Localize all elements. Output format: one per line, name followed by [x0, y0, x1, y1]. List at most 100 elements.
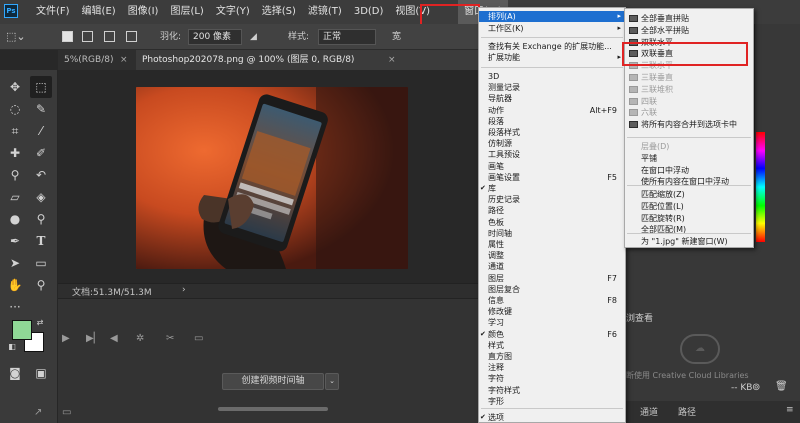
- menu-filter[interactable]: 滤镜(T): [302, 0, 348, 24]
- cloud-sync-icon[interactable]: ⊚: [752, 382, 766, 394]
- menu-item-panel[interactable]: 属性: [479, 239, 625, 250]
- menu-item-panel[interactable]: 色板: [479, 217, 625, 228]
- menu-item-extensions[interactable]: 扩展功能 ▸: [479, 52, 625, 63]
- feather-input[interactable]: 200 像素: [188, 29, 242, 45]
- marquee-tool-icon[interactable]: ⬚: [30, 76, 52, 98]
- tab-close-icon[interactable]: ×: [120, 50, 128, 70]
- quick-select-tool-icon[interactable]: ✎: [30, 98, 52, 120]
- menu-item-panel[interactable]: 测量记录: [479, 82, 625, 93]
- pen-tool-icon[interactable]: ✒: [4, 230, 26, 252]
- menu-item-panel[interactable]: 通道: [479, 261, 625, 272]
- menu-image[interactable]: 图像(I): [122, 0, 165, 24]
- menu-item-panel[interactable]: 时间轴: [479, 228, 625, 239]
- menu-item-options[interactable]: ✔ 选项: [479, 412, 625, 423]
- type-tool-icon[interactable]: T: [30, 230, 52, 252]
- eyedropper-tool-icon[interactable]: ⁄: [30, 120, 52, 142]
- trash-icon[interactable]: 🗑: [775, 381, 788, 392]
- foreground-color-swatch[interactable]: [12, 320, 32, 340]
- brush-tool-icon[interactable]: ✐: [30, 142, 52, 164]
- menu-item-panel[interactable]: 仿制源: [479, 138, 625, 149]
- tab-channels[interactable]: 通道: [640, 405, 658, 418]
- menu-item-panel[interactable]: 段落样式: [479, 127, 625, 138]
- healing-brush-tool-icon[interactable]: ✚: [4, 142, 26, 164]
- zoom-tool-icon[interactable]: ⚲: [30, 274, 52, 296]
- menu-item-find-exchange[interactable]: 查找有关 Exchange 的扩展功能...: [479, 41, 625, 52]
- menu-item-panel[interactable]: 字形: [479, 396, 625, 407]
- tab-paths[interactable]: 路径: [678, 405, 696, 418]
- menu-item-panel[interactable]: 样式: [479, 340, 625, 351]
- menu-item-new-window[interactable]: 为 "1.jpg" 新建窗口(W): [625, 236, 753, 247]
- screen-mode-icon[interactable]: ▣: [30, 362, 52, 384]
- settings-gear-icon[interactable]: ✲: [136, 333, 144, 344]
- menu-item-panel[interactable]: 学习: [479, 317, 625, 328]
- menu-item-panel[interactable]: 路径: [479, 205, 625, 216]
- anti-alias-icon[interactable]: ◢: [250, 29, 257, 45]
- menu-item-panel[interactable]: 直方图: [479, 351, 625, 362]
- menu-item-arrange-option[interactable]: 匹配位置(L): [625, 201, 753, 212]
- blur-tool-icon[interactable]: ●: [4, 208, 26, 230]
- paint-bucket-tool-icon[interactable]: ◈: [30, 186, 52, 208]
- menu-item-arrange-option[interactable]: 全部垂直拼贴: [625, 13, 753, 24]
- menu-edit[interactable]: 编辑(E): [76, 0, 122, 24]
- menu-item-panel[interactable]: 注释: [479, 362, 625, 373]
- more-tools-icon[interactable]: ···: [4, 296, 26, 318]
- path-selection-tool-icon[interactable]: ➤: [4, 252, 26, 274]
- menu-item-panel[interactable]: 调整: [479, 250, 625, 261]
- render-icon[interactable]: ↗: [34, 407, 42, 418]
- menu-item-panel[interactable]: 图层 F7: [479, 273, 625, 284]
- marquee-options-icon[interactable]: ⬚⌄: [6, 29, 26, 45]
- play-icon[interactable]: ▶: [62, 333, 70, 344]
- menu-item-panel[interactable]: ✔ 颜色 F6: [479, 329, 625, 340]
- menu-item-panel[interactable]: 信息 F8: [479, 295, 625, 306]
- dodge-tool-icon[interactable]: ⚲: [30, 208, 52, 230]
- menu-file[interactable]: 文件(F): [30, 0, 76, 24]
- audio-icon[interactable]: ◀: [110, 333, 118, 344]
- menu-select[interactable]: 选择(S): [256, 0, 302, 24]
- menu-item-panel[interactable]: 3D: [479, 71, 625, 82]
- split-scissors-icon[interactable]: ✂: [166, 333, 174, 344]
- view-label[interactable]: 浏查看: [626, 311, 653, 324]
- create-video-timeline-button[interactable]: 创建视频时间轴: [222, 373, 324, 390]
- menu-item-panel[interactable]: 工具预设: [479, 149, 625, 160]
- menu-item-panel[interactable]: 历史记录: [479, 194, 625, 205]
- timeline-scrollbar[interactable]: [218, 407, 328, 411]
- style-select[interactable]: 正常: [318, 29, 376, 45]
- menu-type[interactable]: 文字(Y): [210, 0, 256, 24]
- menu-item-arrange-option[interactable]: 匹配缩放(Z): [625, 189, 753, 200]
- history-brush-tool-icon[interactable]: ↶: [30, 164, 52, 186]
- add-selection-icon[interactable]: [82, 31, 93, 42]
- menu-item-arrange-option[interactable]: 平铺: [625, 153, 753, 164]
- add-media-icon[interactable]: ▭: [62, 407, 71, 418]
- menu-item-arrange-option[interactable]: 全部水平拼贴: [625, 25, 753, 36]
- eraser-tool-icon[interactable]: ▱: [4, 186, 26, 208]
- menu-item-arrange-option[interactable]: 将所有内容合并到选项卡中: [625, 119, 753, 130]
- menu-item-panel[interactable]: 画笔设置 F5: [479, 172, 625, 183]
- move-tool-icon[interactable]: ✥: [4, 76, 26, 98]
- tab-close-icon[interactable]: ×: [388, 50, 396, 70]
- subtract-selection-icon[interactable]: [104, 31, 115, 42]
- menu-item-arrange-option[interactable]: 匹配旋转(R): [625, 213, 753, 224]
- next-frame-icon[interactable]: ▶▏: [86, 333, 101, 344]
- tab-document-2[interactable]: Photoshop202078.png @ 100% (图层 0, RGB/8): [136, 50, 478, 70]
- swap-colors-icon[interactable]: ⇄: [34, 316, 46, 328]
- clone-stamp-tool-icon[interactable]: ⚲: [4, 164, 26, 186]
- menu-item-panel[interactable]: 动作 Alt+F9: [479, 105, 625, 116]
- default-colors-icon[interactable]: ◧: [6, 340, 18, 352]
- hand-tool-icon[interactable]: ✋: [4, 274, 26, 296]
- quick-mask-icon[interactable]: ◙: [4, 362, 26, 384]
- menu-item-panel[interactable]: 导航器: [479, 93, 625, 104]
- menu-item-panel[interactable]: 段落: [479, 116, 625, 127]
- menu-layer[interactable]: 图层(L): [164, 0, 209, 24]
- menu-item-panel[interactable]: 画笔: [479, 161, 625, 172]
- menu-item-arrange-option[interactable]: 在窗口中浮动: [625, 165, 753, 176]
- rectangle-tool-icon[interactable]: ▭: [30, 252, 52, 274]
- menu-item-panel[interactable]: 字符样式: [479, 385, 625, 396]
- status-arrow-icon[interactable]: ›: [182, 285, 186, 295]
- menu-item-arrange[interactable]: 排列(A) ▸: [479, 11, 625, 22]
- crop-tool-icon[interactable]: ⌗: [4, 120, 26, 142]
- menu-item-panel[interactable]: 修改键: [479, 306, 625, 317]
- document-image[interactable]: [136, 87, 408, 269]
- menu-item-panel[interactable]: 图层复合: [479, 284, 625, 295]
- lasso-tool-icon[interactable]: ◌: [4, 98, 26, 120]
- color-spectrum-slider[interactable]: [756, 132, 765, 242]
